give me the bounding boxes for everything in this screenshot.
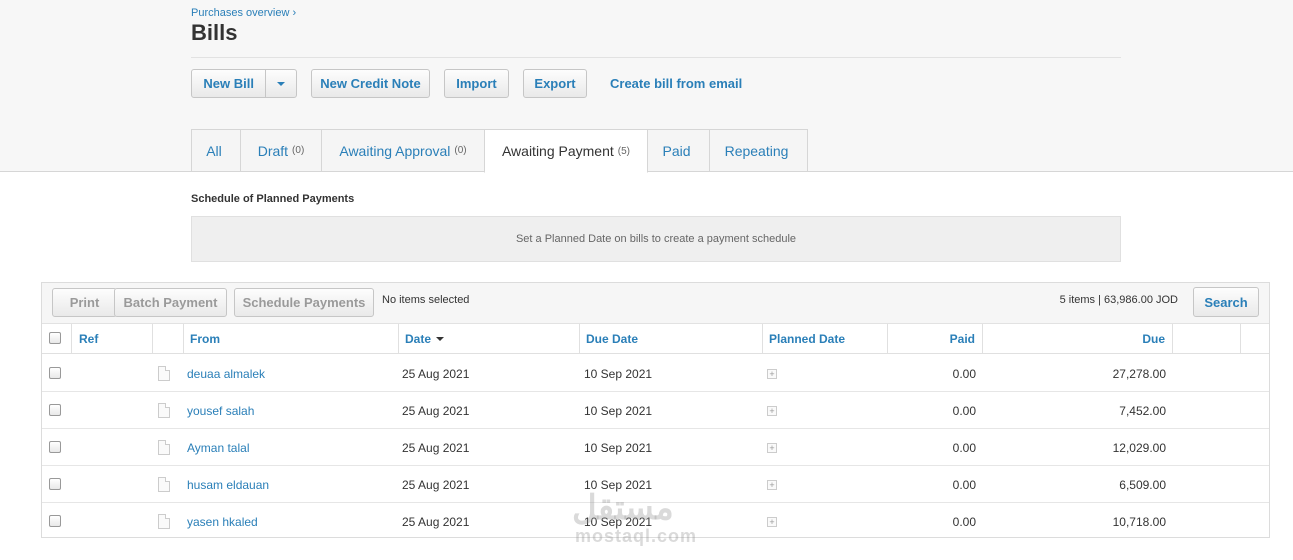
- new-bill-button[interactable]: New Bill: [192, 76, 265, 91]
- selection-status: No items selected: [382, 294, 470, 306]
- column-divider: [579, 324, 580, 354]
- create-bill-from-email-link[interactable]: Create bill from email: [610, 76, 742, 91]
- add-planned-date-icon[interactable]: +: [767, 369, 777, 379]
- schedule-empty-state: Set a Planned Date on bills to create a …: [191, 216, 1121, 262]
- table-header: Ref From Date Due Date Planned Date Paid…: [42, 324, 1269, 354]
- column-header-ref[interactable]: Ref: [79, 324, 98, 354]
- document-icon: [158, 514, 170, 529]
- add-planned-date-icon[interactable]: +: [767, 443, 777, 453]
- column-divider: [762, 324, 763, 354]
- bill-due: 10,718.00: [1112, 514, 1166, 529]
- column-divider: [183, 324, 184, 354]
- search-button[interactable]: Search: [1193, 287, 1259, 317]
- table-row[interactable]: Ayman talal 25 Aug 2021 10 Sep 2021 + 0.…: [42, 429, 1269, 466]
- row-checkbox[interactable]: [49, 367, 61, 379]
- bill-date: 25 Aug 2021: [402, 477, 470, 492]
- bill-due-date: 10 Sep 2021: [584, 366, 653, 381]
- add-planned-date-icon[interactable]: +: [767, 480, 777, 490]
- bill-date: 25 Aug 2021: [402, 440, 470, 455]
- print-button[interactable]: Print: [52, 288, 117, 317]
- column-header-from[interactable]: From: [190, 324, 220, 354]
- document-icon: [158, 403, 170, 418]
- bill-due-date: 10 Sep 2021: [584, 403, 653, 418]
- column-divider: [1240, 324, 1241, 354]
- tab-draft[interactable]: Draft (0): [240, 129, 322, 172]
- bill-due: 6,509.00: [1119, 477, 1166, 492]
- new-bill-split-button: New Bill: [191, 69, 297, 98]
- bill-paid: 0.00: [952, 440, 976, 455]
- row-checkbox[interactable]: [49, 478, 61, 490]
- row-checkbox[interactable]: [49, 515, 61, 527]
- select-all-checkbox[interactable]: [49, 332, 61, 344]
- document-icon: [158, 477, 170, 492]
- tab-repeating[interactable]: Repeating: [709, 129, 808, 172]
- document-icon: [158, 440, 170, 455]
- column-divider: [1172, 324, 1173, 354]
- bill-from-link[interactable]: yasen hkaled: [187, 503, 258, 540]
- schedule-payments-button[interactable]: Schedule Payments: [234, 288, 374, 317]
- batch-payment-button[interactable]: Batch Payment: [114, 288, 227, 317]
- title-divider: [191, 57, 1121, 58]
- table-row[interactable]: yousef salah 25 Aug 2021 10 Sep 2021 + 0…: [42, 392, 1269, 429]
- bill-due: 27,278.00: [1112, 366, 1166, 381]
- column-header-due-date[interactable]: Due Date: [586, 324, 638, 354]
- column-header-date[interactable]: Date: [405, 324, 445, 354]
- column-divider: [71, 324, 72, 354]
- tab-paid[interactable]: Paid: [647, 129, 710, 172]
- new-bill-dropdown-button[interactable]: [266, 81, 296, 86]
- tab-awaiting-payment[interactable]: Awaiting Payment (5): [484, 129, 648, 173]
- bill-from-link[interactable]: husam eldauan: [187, 466, 269, 503]
- new-credit-note-button[interactable]: New Credit Note: [311, 69, 430, 98]
- row-checkbox[interactable]: [49, 441, 61, 453]
- bill-paid: 0.00: [952, 514, 976, 529]
- column-divider: [152, 324, 153, 354]
- chevron-down-icon: [277, 81, 286, 86]
- add-planned-date-icon[interactable]: +: [767, 406, 777, 416]
- row-checkbox[interactable]: [49, 404, 61, 416]
- items-summary: 5 items | 63,986.00 JOD: [1059, 294, 1178, 306]
- tab-all[interactable]: All: [191, 129, 241, 172]
- bill-due: 12,029.00: [1112, 440, 1166, 455]
- add-planned-date-icon[interactable]: +: [767, 517, 777, 527]
- column-divider: [398, 324, 399, 354]
- table-row[interactable]: deuaa almalek 25 Aug 2021 10 Sep 2021 + …: [42, 355, 1269, 392]
- bill-paid: 0.00: [952, 403, 976, 418]
- bill-from-link[interactable]: deuaa almalek: [187, 355, 265, 392]
- bill-due: 7,452.00: [1119, 403, 1166, 418]
- schedule-title: Schedule of Planned Payments: [191, 193, 355, 205]
- bill-paid: 0.00: [952, 477, 976, 492]
- sort-descending-icon: [436, 337, 445, 341]
- column-header-paid[interactable]: Paid: [887, 324, 975, 354]
- bill-date: 25 Aug 2021: [402, 514, 470, 529]
- bill-paid: 0.00: [952, 366, 976, 381]
- bill-from-link[interactable]: yousef salah: [187, 392, 254, 429]
- bill-date: 25 Aug 2021: [402, 403, 470, 418]
- table-toolbar: Print Batch Payment Schedule Payments No…: [42, 283, 1269, 324]
- watermark-logo: مستقل: [572, 489, 674, 527]
- breadcrumb[interactable]: Purchases overview ›: [191, 7, 296, 19]
- column-header-planned-date[interactable]: Planned Date: [769, 324, 845, 354]
- page-title: Bills: [191, 20, 238, 45]
- tab-awaiting-approval[interactable]: Awaiting Approval (0): [321, 129, 485, 172]
- schedule-empty-message: Set a Planned Date on bills to create a …: [515, 233, 797, 245]
- export-button[interactable]: Export: [523, 69, 587, 98]
- bill-date: 25 Aug 2021: [402, 366, 470, 381]
- bill-due-date: 10 Sep 2021: [584, 440, 653, 455]
- column-header-due[interactable]: Due: [982, 324, 1165, 354]
- document-icon: [158, 366, 170, 381]
- watermark-text: mostaql.com: [575, 526, 698, 546]
- import-button[interactable]: Import: [444, 69, 509, 98]
- bill-from-link[interactable]: Ayman talal: [187, 429, 249, 466]
